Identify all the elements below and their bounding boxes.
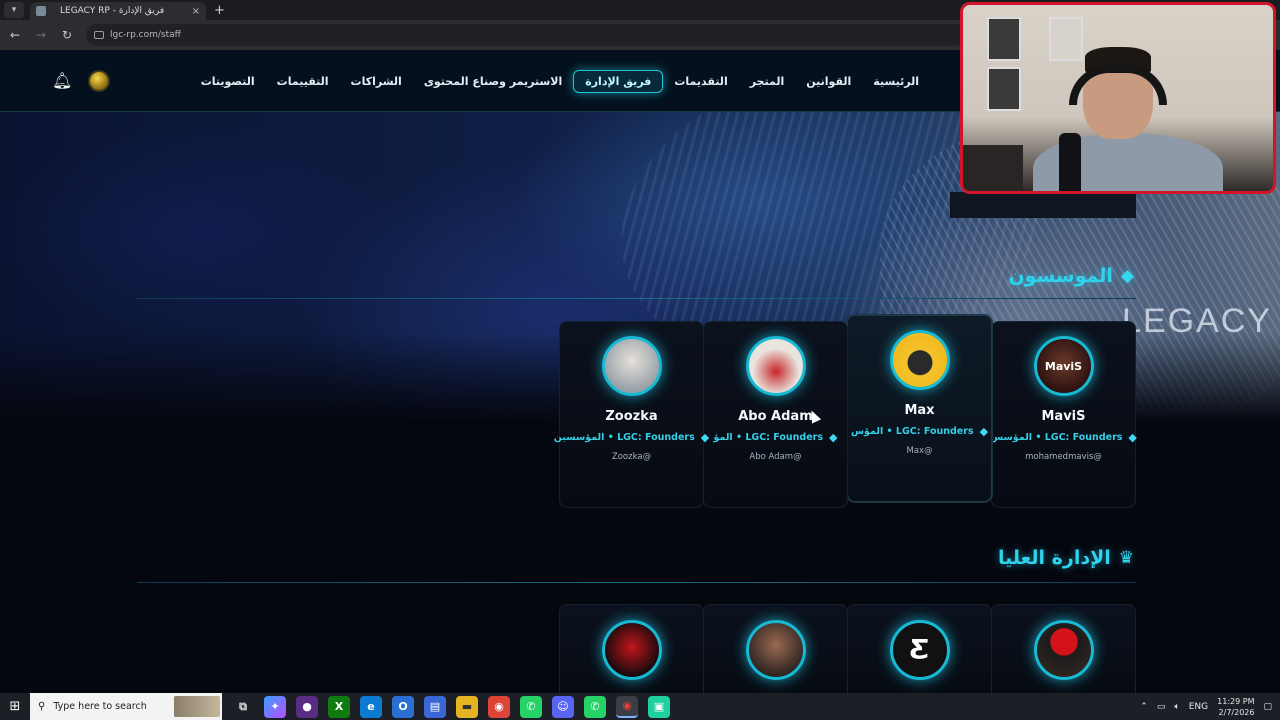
upper-admin-section-title: ♛ الإدارة العليا (998, 547, 1134, 569)
store-icon[interactable]: ▤ (424, 695, 446, 718)
bell-icon[interactable]: 🔔︎ (52, 71, 72, 90)
chrome-active-icon[interactable]: ◉ (616, 695, 638, 718)
staff-avatar (745, 336, 806, 396)
nav-item[interactable]: الرئيسية (862, 71, 930, 92)
diamond-icon: ◆ (1120, 266, 1134, 286)
staff-role: ◆ LGC: Founders • المؤسس (990, 431, 1137, 444)
task-view-icon[interactable]: ⧉ (232, 696, 254, 718)
back-arrow-icon[interactable]: ← (4, 24, 26, 46)
nav-item[interactable]: القوانين (795, 71, 862, 92)
webcam-overlay (960, 2, 1276, 194)
crown-icon: ♛ (1118, 548, 1134, 568)
search-icon: ⚲ (38, 701, 46, 712)
network-icon[interactable]: ▭ (1157, 702, 1166, 712)
nav-item[interactable]: المتجر (739, 71, 796, 92)
screen: ▾ LEGACY RP - فريق الإدارة × + ← → ↻ lgc… (0, 0, 1280, 720)
language-indicator[interactable]: ENG (1189, 702, 1208, 712)
staff-card[interactable] (559, 604, 704, 704)
staff-handle: Max@ (906, 446, 933, 456)
section-divider (137, 582, 1136, 583)
hero-watermark: LEGACY (1122, 302, 1272, 340)
tab-search-icon[interactable]: ▾ (4, 2, 24, 18)
taskbar-search-placeholder: Type here to search (53, 701, 147, 712)
founders-section-title: ◆ الموسسون (1008, 265, 1134, 287)
diamond-icon: ◆ (979, 425, 989, 438)
staff-avatar (601, 620, 662, 680)
staff-avatar (1033, 620, 1094, 680)
taskbar-apps: ⧉ ✦ ● X e O ▤ ▬ ◉ ✆ ☺ ✆ ◉ ▣ (232, 695, 670, 718)
clock-date: 2/7/2026 (1218, 707, 1255, 717)
staff-name: MaviS (1041, 409, 1086, 424)
staff-handle: Zoozka@ (611, 452, 652, 462)
url-text: lgc-rp.com/staff (110, 30, 181, 40)
staff-card[interactable]: Max ◆ LGC: Founders • المؤس Max@ (847, 315, 992, 502)
app-green-icon[interactable]: ▣ (648, 695, 670, 718)
whatsapp-icon[interactable]: ✆ (520, 695, 542, 718)
new-tab-button[interactable]: + (214, 3, 225, 18)
staff-handle: mohamedmavis@ (1025, 452, 1102, 462)
staff-name: Max (904, 403, 935, 418)
copilot-icon[interactable]: ✦ (264, 695, 286, 718)
nav-item[interactable]: الشراكات (340, 71, 413, 92)
nav-item[interactable]: التصويتات (190, 71, 266, 92)
staff-card[interactable]: Ƹ (847, 604, 992, 704)
diamond-icon: ◆ (829, 431, 838, 444)
edge-icon[interactable]: e (360, 695, 382, 718)
diamond-icon: ◆ (1128, 431, 1137, 444)
microphone (1059, 133, 1081, 191)
staff-role: ◆ LGC: Founders • المؤ (713, 431, 838, 444)
notification-icon[interactable]: ▢ (1263, 702, 1272, 712)
diamond-icon: ◆ (700, 431, 710, 444)
url-input[interactable]: lgc-rp.com/staff (86, 24, 966, 46)
browser-tab[interactable]: LEGACY RP - فريق الإدارة × (30, 2, 206, 20)
taskbar-search[interactable]: ⚲ Type here to search (30, 693, 222, 720)
whatsapp-icon[interactable]: ✆ (584, 695, 606, 718)
staff-card[interactable]: Abo Adam ◆ LGC: Founders • المؤ Abo Adam@ (703, 321, 848, 508)
staff-avatar (745, 620, 806, 680)
xbox-icon[interactable]: X (328, 695, 350, 718)
app-purple-icon[interactable]: ● (296, 695, 318, 718)
chrome-icon[interactable]: ◉ (488, 695, 510, 718)
staff-avatar (601, 336, 662, 396)
staff-avatar: MaviS (1033, 336, 1094, 396)
user-avatar[interactable] (88, 70, 110, 92)
forward-arrow-icon[interactable]: → (30, 24, 52, 46)
site-info-icon[interactable] (94, 31, 104, 39)
staff-card[interactable]: Zoozka ◆ LGC: Founders • المؤسسين Zoozka@ (554, 321, 709, 508)
close-tab-icon[interactable]: × (192, 6, 200, 17)
site-favicon-icon (36, 6, 46, 16)
search-highlight-image (174, 696, 220, 717)
nav-item[interactable]: فريق الإدارة (573, 69, 664, 93)
system-tray: ⌃ ▭ 🔈︎ ENG 11:29 PM 2/7/2026 ▢ (1140, 696, 1280, 718)
clock-time: 11:29 PM (1217, 696, 1255, 706)
staff-card[interactable] (703, 604, 848, 704)
volume-icon[interactable]: 🔈︎ (1174, 702, 1179, 712)
staff-card[interactable] (991, 604, 1136, 704)
section-divider (137, 298, 1136, 299)
upper-admin-cards: Ƹ (517, 604, 1136, 704)
founders-cards: MaviS MaviS ◆ LGC: Founders • المؤسس mohamed… (517, 315, 1137, 508)
nav-item[interactable]: التقييمات (266, 71, 340, 92)
discord-icon[interactable]: ☺ (552, 695, 574, 718)
main-nav: الرئيسية القوانين المتجر التقديمات فريق الإد… (201, 66, 930, 96)
staff-avatar (889, 330, 950, 390)
staff-name: Abo Adam (738, 409, 813, 424)
tab-title: LEGACY RP - فريق الإدارة (60, 6, 165, 16)
clock[interactable]: 11:29 PM 2/7/2026 (1217, 696, 1254, 718)
staff-card[interactable]: MaviS MaviS ◆ LGC: Founders • المؤسس mohamed… (990, 321, 1137, 508)
windows-start-icon[interactable]: ⊞ (0, 693, 30, 720)
chevron-up-icon[interactable]: ⌃ (1140, 702, 1148, 712)
nav-item[interactable]: الاستريمر وصناع المحتوى (413, 71, 573, 92)
outlook-icon[interactable]: O (392, 695, 414, 718)
staff-handle: Abo Adam@ (749, 452, 802, 462)
windows-taskbar: ⊞ ⚲ Type here to search ⧉ ✦ ● X e O ▤ ▬ … (0, 693, 1280, 720)
staff-name: Zoozka (605, 409, 658, 424)
staff-role: ◆ LGC: Founders • المؤس (850, 425, 989, 438)
staff-avatar: Ƹ (889, 620, 950, 680)
reload-icon[interactable]: ↻ (56, 24, 78, 46)
nav-item[interactable]: التقديمات (663, 71, 738, 92)
staff-role: ◆ LGC: Founders • المؤسسين (553, 431, 710, 444)
file-explorer-icon[interactable]: ▬ (456, 695, 478, 718)
